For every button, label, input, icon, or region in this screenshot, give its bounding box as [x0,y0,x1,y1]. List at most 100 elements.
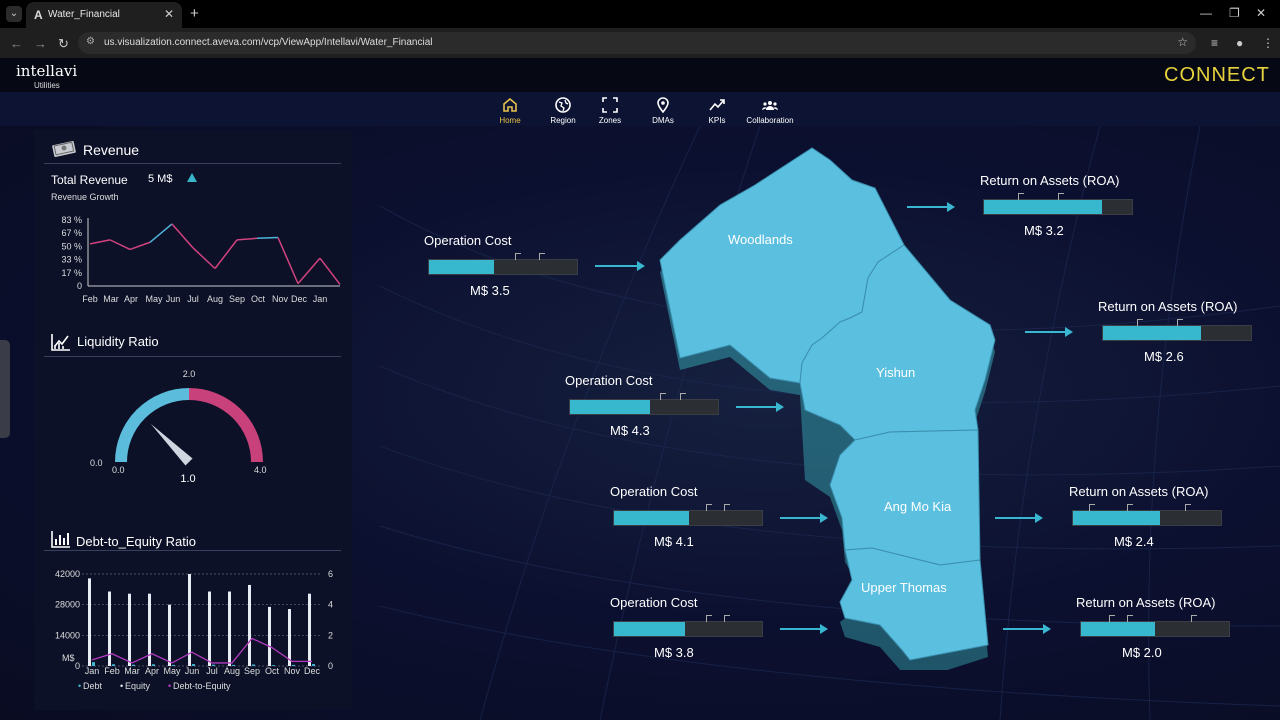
close-window-icon[interactable]: ✕ [1256,6,1266,20]
minimize-icon[interactable]: — [1200,6,1212,20]
nav-zones[interactable]: Zones [580,96,640,125]
bar-tick [724,504,730,511]
restore-icon[interactable]: ❐ [1229,6,1240,20]
x-tick-label: Aug [224,666,240,676]
forward-icon[interactable]: → [34,36,47,51]
bookmark-star-icon[interactable]: ☆ [1177,35,1188,49]
nav-home[interactable]: Home [480,96,540,125]
legend-marker: • [78,681,81,691]
nav-kpis[interactable]: KPIs [687,96,747,125]
browser-tab[interactable]: A Water_Financial ✕ [26,2,182,28]
roa-label: Return on Assets (ROA) [1098,299,1238,314]
y-tick-label: 0 [75,661,80,671]
nav-collaboration[interactable]: Collaboration [740,96,800,125]
operation-cost-value: M$ 4.1 [654,534,694,549]
y-tick-label: 14000 [55,630,80,640]
debt-bar [268,606,271,666]
revenue-divider [44,163,341,164]
gauge-mid-label: 2.0 [183,369,196,379]
cost-bar-fill [570,400,650,414]
operation-cost-bar-upper-thomas [613,615,763,637]
money-icon [52,141,76,157]
roa-value: M$ 2.4 [1114,534,1154,549]
revenue-line-segment [297,257,321,285]
roa-value: M$ 3.2 [1024,223,1064,238]
gauge-needle [150,423,193,466]
bar-tick [1185,504,1191,511]
bar-tick [680,393,686,400]
debt-bar [248,584,251,666]
revenue-line-segment [89,239,111,245]
nav-zones-label: Zones [598,116,622,125]
revenue-line-segment [236,237,258,241]
people-icon [762,101,778,110]
roa-label: Return on Assets (ROA) [980,173,1120,188]
legend-label: Debt [83,681,103,691]
x-tick-label: Jan [85,666,100,676]
operation-cost-label: Operation Cost [610,595,698,610]
debt-equity-chart: 42000280001400006420M$Jan Feb Mar Apr May Jun… [55,569,333,691]
side-scroll-handle[interactable] [0,340,10,438]
x-tick-label: Jun [185,666,200,676]
roa-label: Return on Assets (ROA) [1069,484,1209,499]
arrow-icon [1025,327,1073,337]
x-tick-label: Dec [304,666,321,676]
trend-icon [709,99,725,111]
x-tick-label: Mar [124,666,140,676]
back-icon[interactable]: ← [10,36,23,51]
bar-tick [1058,193,1064,200]
liquidity-gauge: 2.0 0.0 0.0 4.0 1.0 [90,369,267,485]
bar-chart-icon [51,531,70,548]
gauge-min-label: 0.0 [112,465,125,475]
bar-tick [724,615,730,622]
close-tab-icon[interactable]: ✕ [164,7,174,21]
gauge-value-label: 1.0 [180,473,195,485]
operation-cost-value: M$ 3.8 [654,645,694,660]
new-tab-icon[interactable]: + [190,5,199,22]
operation-cost-label: Operation Cost [610,484,698,499]
arrow-icon [1003,624,1051,634]
x-tick-label: Jul [187,294,199,304]
brand-logo: intellavi [16,62,78,80]
roa-bar-fill [984,200,1102,214]
menu-icon[interactable]: ⋮ [1262,36,1274,50]
reload-icon[interactable]: ↻ [58,36,69,52]
arrow-icon [780,513,828,523]
operation-cost-value: M$ 4.3 [610,423,650,438]
bar-tick [1127,615,1133,622]
ang-mo-kia-region [829,429,981,566]
upper-thomas-region [839,547,989,661]
y2-tick-label: 0 [328,661,333,671]
x-tick-label: May [145,294,163,304]
x-tick-label: Nov [284,666,301,676]
region-label-upper-thomas: Upper Thomas [861,580,947,595]
tab-search-icon[interactable]: ⌄ [6,6,22,22]
revenue-line-segment [129,241,151,251]
total-revenue-value: 5 M$ [148,173,173,185]
tab-title: Water_Financial [48,9,120,20]
revenue-line-segment [277,237,299,284]
x-tick-label: Feb [82,294,98,304]
liquidity-divider [44,356,341,357]
map-pin-icon [657,97,669,114]
url-field[interactable]: ⚙ us.visualization.connect.aveva.com/vcp… [78,32,1196,54]
profile-icon[interactable]: ● [1236,36,1243,50]
media-icon[interactable]: ≡ [1211,36,1218,50]
revenue-line-segment [214,239,238,269]
roa-bar-fill [1073,511,1160,525]
site-info-icon[interactable]: ⚙ [86,36,95,47]
up-triangle-icon [187,173,197,182]
revenue-line-segment [149,223,173,243]
liquidity-title: Liquidity Ratio [77,334,159,349]
bar-tick [1109,615,1115,622]
x-tick-label: Jan [313,294,328,304]
debt-bar [128,593,131,666]
debt-bar [188,574,191,666]
revenue-line-segment [319,257,341,285]
globe-icon [555,97,571,113]
y-tick-label: 33 % [61,255,82,265]
revenue-growth-chart: 83 % 67 % 50 % 33 % 17 % 0Feb Mar Apr May Jun Jul A… [61,215,341,304]
nav-dmas[interactable]: DMAs [633,96,693,125]
arrow-icon [780,624,828,634]
legend-marker: • [168,681,171,691]
